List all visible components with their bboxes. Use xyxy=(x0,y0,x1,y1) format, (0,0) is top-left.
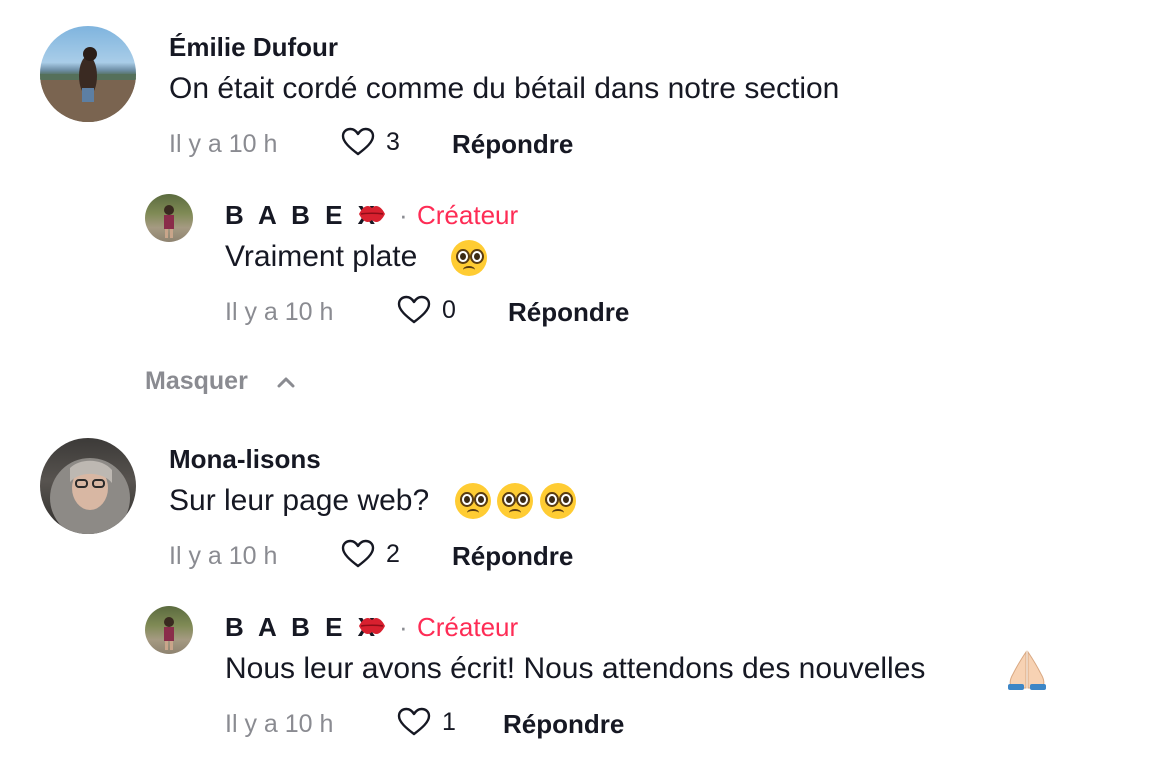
pleading-face-emoji xyxy=(540,483,576,519)
like-count: 2 xyxy=(386,540,400,568)
comment-text: On était cordé comme du bétail dans notr… xyxy=(169,72,840,105)
reply-button[interactable]: Répondre xyxy=(452,541,573,571)
avatar-photo-icon xyxy=(50,458,130,534)
comment-text: Nous leur avons écrit! Nous attendons de… xyxy=(225,652,926,685)
pleading-face-emoji xyxy=(451,240,487,276)
creator-badge: Créateur xyxy=(417,200,519,230)
folded-hands-emoji xyxy=(1008,650,1046,690)
comment-time: Il y a 10 h xyxy=(225,710,334,738)
comment-time: Il y a 10 h xyxy=(225,298,334,326)
like-count: 0 xyxy=(442,296,456,324)
heart-icon[interactable] xyxy=(397,295,431,325)
pleading-face-emoji xyxy=(455,483,491,519)
user-avatar[interactable] xyxy=(145,606,193,654)
avatar-photo-icon xyxy=(40,47,136,122)
comment-author[interactable]: B A B E X xyxy=(225,612,379,642)
like-count: 3 xyxy=(386,128,400,156)
heart-icon[interactable] xyxy=(397,707,431,737)
comment-author[interactable]: Émilie Dufour xyxy=(169,32,338,62)
like-count: 1 xyxy=(442,708,456,736)
comment-time: Il y a 10 h xyxy=(169,130,278,158)
comment-author[interactable]: B A B E X xyxy=(225,200,379,230)
comment-text: Vraiment plate xyxy=(225,240,418,273)
user-avatar[interactable] xyxy=(40,26,136,122)
reply-button[interactable]: Répondre xyxy=(503,709,624,739)
user-avatar[interactable] xyxy=(145,194,193,242)
heart-icon[interactable] xyxy=(341,127,375,157)
kiss-lips-icon xyxy=(359,618,385,634)
comment-time: Il y a 10 h xyxy=(169,542,278,570)
chevron-up-icon[interactable] xyxy=(276,375,296,389)
user-avatar[interactable] xyxy=(40,438,136,534)
comment-text: Sur leur page web? xyxy=(169,484,430,517)
separator-dot: · xyxy=(399,612,408,642)
reply-button[interactable]: Répondre xyxy=(452,129,573,159)
avatar-photo-icon xyxy=(164,205,174,238)
comment-author[interactable]: Mona-lisons xyxy=(169,444,321,474)
creator-badge: Créateur xyxy=(417,612,519,642)
hide-replies-label[interactable]: Masquer xyxy=(145,366,248,396)
kiss-lips-icon xyxy=(359,206,385,222)
separator-dot: · xyxy=(399,200,408,230)
avatar-photo-icon xyxy=(164,617,174,650)
heart-icon[interactable] xyxy=(341,539,375,569)
reply-button[interactable]: Répondre xyxy=(508,297,629,327)
pleading-face-emoji xyxy=(497,483,533,519)
